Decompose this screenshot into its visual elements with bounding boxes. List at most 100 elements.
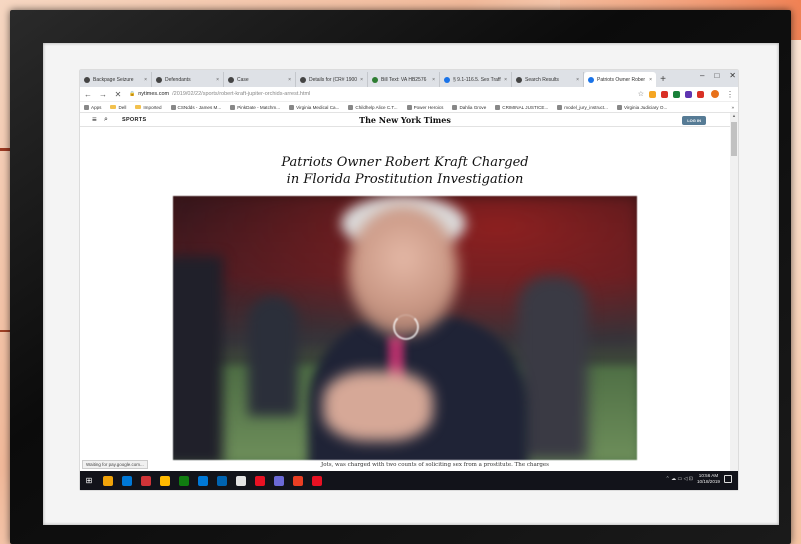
taskbar-app-icon[interactable]: [236, 475, 246, 486]
tab-close-icon[interactable]: ×: [144, 77, 147, 83]
forward-arrow-icon[interactable]: →: [99, 90, 107, 99]
bookmark-item[interactable]: PinkDate - Matchm...: [230, 104, 281, 110]
bookmark-label: Power Heroics: [413, 104, 444, 110]
address-bar[interactable]: 🔒 nytimes.com/2019/02/22/sports/robert-k…: [129, 91, 631, 97]
tab-close-icon[interactable]: ×: [649, 77, 652, 83]
bookmark-item[interactable]: model_jury_instruct...: [557, 104, 608, 110]
section-link[interactable]: SPORTS: [122, 117, 146, 123]
page-icon: [452, 104, 458, 110]
back-arrow-icon[interactable]: ←: [84, 90, 92, 99]
tab-label: Search Results: [525, 76, 559, 83]
folder-icon: [135, 105, 142, 109]
login-button[interactable]: LOG IN: [682, 116, 706, 125]
tab-favicon-icon: [372, 76, 378, 83]
notification-center-icon[interactable]: [724, 475, 732, 483]
browser-tab[interactable]: § 9.1-116.5. Sex Traffi ×: [440, 72, 512, 87]
start-button-icon[interactable]: ⊞: [84, 476, 94, 485]
taskbar-app-icon[interactable]: [274, 475, 284, 486]
bookmark-item[interactable]: Childhelp Alice C.T...: [348, 104, 398, 110]
bookmark-label: model_jury_instruct...: [564, 104, 608, 110]
tab-favicon-icon: [300, 76, 306, 83]
folder-icon: [110, 105, 117, 109]
extension-icon[interactable]: [661, 90, 668, 98]
extension-icon[interactable]: [685, 90, 692, 98]
tray-icons[interactable]: ⌃ ☁ ▭ ◁ ⊡: [665, 476, 693, 482]
taskbar-app-icon[interactable]: [160, 475, 170, 486]
extension-icon[interactable]: [697, 90, 704, 98]
taskbar-app-icon[interactable]: [293, 475, 303, 486]
bookmark-label: PinkDate - Matchm...: [237, 104, 281, 110]
headline-line-1: Patriots Owner Robert Kraft Charged: [281, 155, 529, 170]
minimize-icon[interactable]: –: [700, 71, 704, 80]
extension-icon[interactable]: [673, 90, 680, 98]
maximize-icon[interactable]: □: [714, 71, 719, 80]
bookmark-star-icon[interactable]: ☆: [638, 90, 644, 98]
tab-close-icon[interactable]: ×: [216, 77, 219, 83]
tab-close-icon[interactable]: ×: [360, 77, 363, 83]
bookmark-label: Dell: [118, 104, 127, 110]
bookmark-label: Apps: [91, 104, 102, 110]
browser-tab[interactable]: Details for (CR# 1900 ×: [296, 72, 368, 87]
bookmark-label: CRIMINAL JUSTICE...: [502, 104, 549, 110]
search-icon[interactable]: ⌕: [104, 116, 116, 124]
new-tab-button[interactable]: +: [656, 72, 670, 87]
bookmark-item[interactable]: Apps: [84, 104, 102, 110]
tab-close-icon[interactable]: ×: [504, 77, 507, 83]
taskbar-app-icon[interactable]: [217, 475, 227, 486]
taskbar-app-icon[interactable]: [255, 475, 265, 486]
page-icon: [230, 104, 236, 110]
bookmark-item[interactable]: Virginia Medical Ca...: [289, 104, 340, 110]
tab-label: § 9.1-116.5. Sex Traffi: [453, 76, 502, 83]
scrollbar-thumb[interactable]: [731, 122, 737, 156]
bookmark-item[interactable]: Virginia Judiciary O...: [616, 104, 667, 110]
bookmark-label: Dahlia Grove: [459, 104, 487, 110]
bookmark-item[interactable]: CRIMINAL JUSTICE...: [495, 104, 549, 110]
tab-label: Bill Text: VA HB2576: [381, 76, 427, 83]
tab-favicon-icon: [84, 76, 90, 83]
tab-close-icon[interactable]: ×: [432, 77, 435, 83]
bookmark-item[interactable]: CSNdds - James M...: [170, 104, 221, 110]
bookmark-item[interactable]: Dell: [110, 105, 126, 110]
scrollbar-track[interactable]: [730, 113, 738, 472]
tab-close-icon[interactable]: ×: [288, 77, 291, 83]
browser-tab[interactable]: Backpage Seizure ×: [80, 72, 152, 87]
taskbar-app-icon[interactable]: [141, 475, 151, 486]
taskbar-app-icon[interactable]: [198, 475, 208, 486]
page-icon: [616, 104, 622, 110]
browser-tab[interactable]: Defendants ×: [152, 72, 224, 87]
browser-tab[interactable]: Search Results ×: [512, 72, 584, 87]
taskbar-app-icon[interactable]: [179, 475, 189, 486]
taskbar-app-icon[interactable]: [312, 475, 322, 486]
hamburger-menu-icon[interactable]: ≡: [92, 115, 102, 124]
bookmark-label: Imported: [143, 104, 162, 110]
page-icon: [289, 104, 295, 110]
page-icon: [170, 104, 176, 110]
extension-icon[interactable]: [649, 90, 656, 98]
stop-loading-icon[interactable]: ✕: [114, 90, 122, 99]
taskbar-app-icon[interactable]: [103, 475, 113, 486]
bookmark-item[interactable]: Dahlia Grove: [452, 104, 487, 110]
bookmark-item[interactable]: Imported: [135, 104, 162, 110]
bookmark-label: Childhelp Alice C.T...: [355, 104, 398, 110]
scroll-up-arrow-icon[interactable]: ▲: [730, 113, 738, 118]
article-photo: [173, 196, 637, 460]
tab-favicon-icon: [588, 76, 594, 83]
page-icon: [495, 104, 501, 110]
bookmark-item[interactable]: Power Heroics: [406, 104, 444, 110]
menu-kebab-icon[interactable]: ⋮: [726, 90, 734, 99]
tab-favicon-icon: [228, 76, 234, 83]
bookmarks-overflow-icon[interactable]: »: [731, 105, 734, 110]
taskbar-app-icon[interactable]: [122, 475, 132, 486]
close-window-icon[interactable]: ✕: [729, 71, 736, 80]
clock[interactable]: 10:56 AM 10/18/2019: [697, 473, 720, 485]
browser-tab[interactable]: Case ×: [224, 72, 296, 87]
profile-avatar[interactable]: [711, 90, 719, 98]
headline-line-2: in Florida Prostitution Investigation: [286, 172, 524, 187]
url-path: /2019/02/22/sports/robert-kraft-jupiter-…: [172, 91, 311, 97]
browser-tab[interactable]: Bill Text: VA HB2576 ×: [368, 72, 440, 87]
browser-tab[interactable]: Patriots Owner Rober ×: [584, 72, 656, 87]
page-icon: [406, 104, 412, 110]
nyt-header: ≡ ⌕ SPORTS The New York Times LOG IN: [80, 113, 730, 127]
bookmark-label: Virginia Medical Ca...: [296, 104, 340, 110]
tab-close-icon[interactable]: ×: [576, 77, 579, 83]
